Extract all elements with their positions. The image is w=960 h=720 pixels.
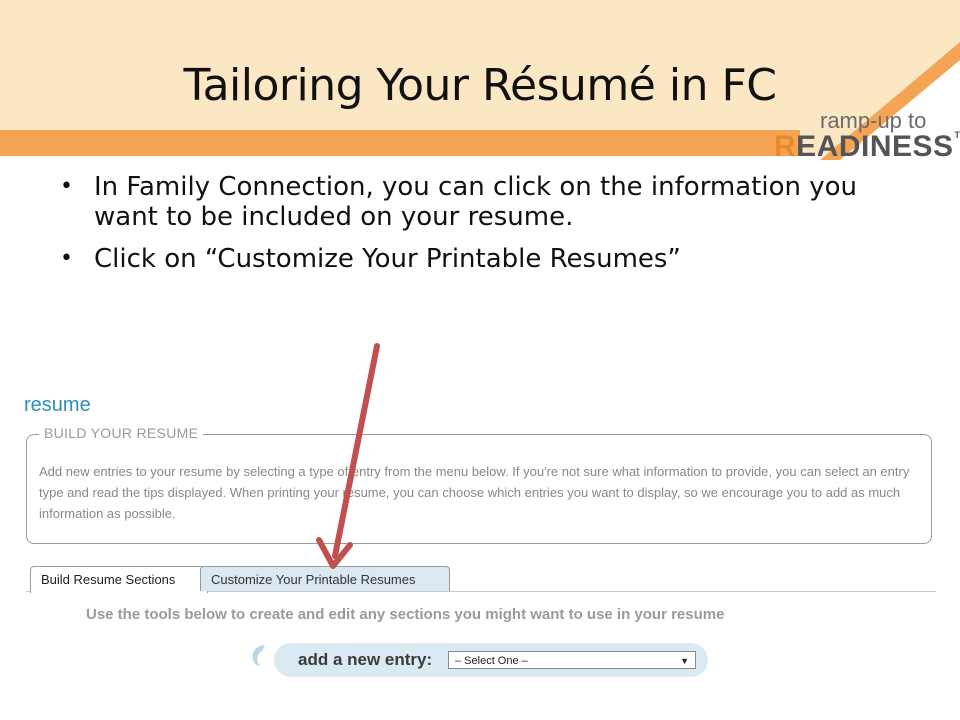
resume-screenshot: resume BUILD YOUR RESUME Add new entries… bbox=[20, 388, 940, 698]
bullet-item: • In Family Connection, you can click on … bbox=[60, 172, 920, 232]
entry-type-select-value: – Select One – bbox=[455, 655, 528, 667]
tools-instruction-text: Use the tools below to create and edit a… bbox=[86, 606, 725, 623]
logo-initial: R bbox=[774, 130, 797, 163]
build-your-resume-box: BUILD YOUR RESUME Add new entries to you… bbox=[26, 425, 932, 544]
bullet-dot-icon: • bbox=[60, 246, 73, 271]
logo-bottom-text: READINESSTM bbox=[774, 130, 960, 164]
logo-word: EADINESS bbox=[796, 130, 954, 163]
tab-customize-printable-resumes[interactable]: Customize Your Printable Resumes bbox=[200, 566, 450, 591]
logo-trademark: TM bbox=[954, 130, 960, 140]
build-instructions-text: Add new entries to your resume by select… bbox=[39, 464, 910, 521]
add-entry-label: add a new entry: bbox=[298, 650, 433, 669]
tab-build-resume-sections[interactable]: Build Resume Sections bbox=[30, 566, 208, 593]
bullet-dot-icon: • bbox=[60, 174, 73, 199]
dropdown-arrow-icon: ▼ bbox=[680, 656, 689, 666]
resume-heading: resume bbox=[24, 394, 91, 416]
bullet-list: • In Family Connection, you can click on … bbox=[60, 172, 920, 286]
add-entry-swirl-icon bbox=[252, 645, 265, 666]
build-your-resume-legend: BUILD YOUR RESUME bbox=[39, 425, 204, 441]
orange-stripe bbox=[0, 130, 800, 156]
bullet-text: In Family Connection, you can click on t… bbox=[94, 172, 858, 232]
add-entry-bar: add a new entry: – Select One – ▼ bbox=[274, 643, 708, 677]
ramp-up-readiness-logo: ramp-up to READINESSTM bbox=[772, 108, 960, 163]
bullet-item: • Click on “Customize Your Printable Resu… bbox=[60, 244, 920, 274]
bullet-text: Click on “Customize Your Printable Resum… bbox=[94, 244, 681, 274]
entry-type-select[interactable]: – Select One – ▼ bbox=[448, 651, 696, 669]
slide-title: Tailoring Your Résumé in FC bbox=[183, 60, 777, 111]
